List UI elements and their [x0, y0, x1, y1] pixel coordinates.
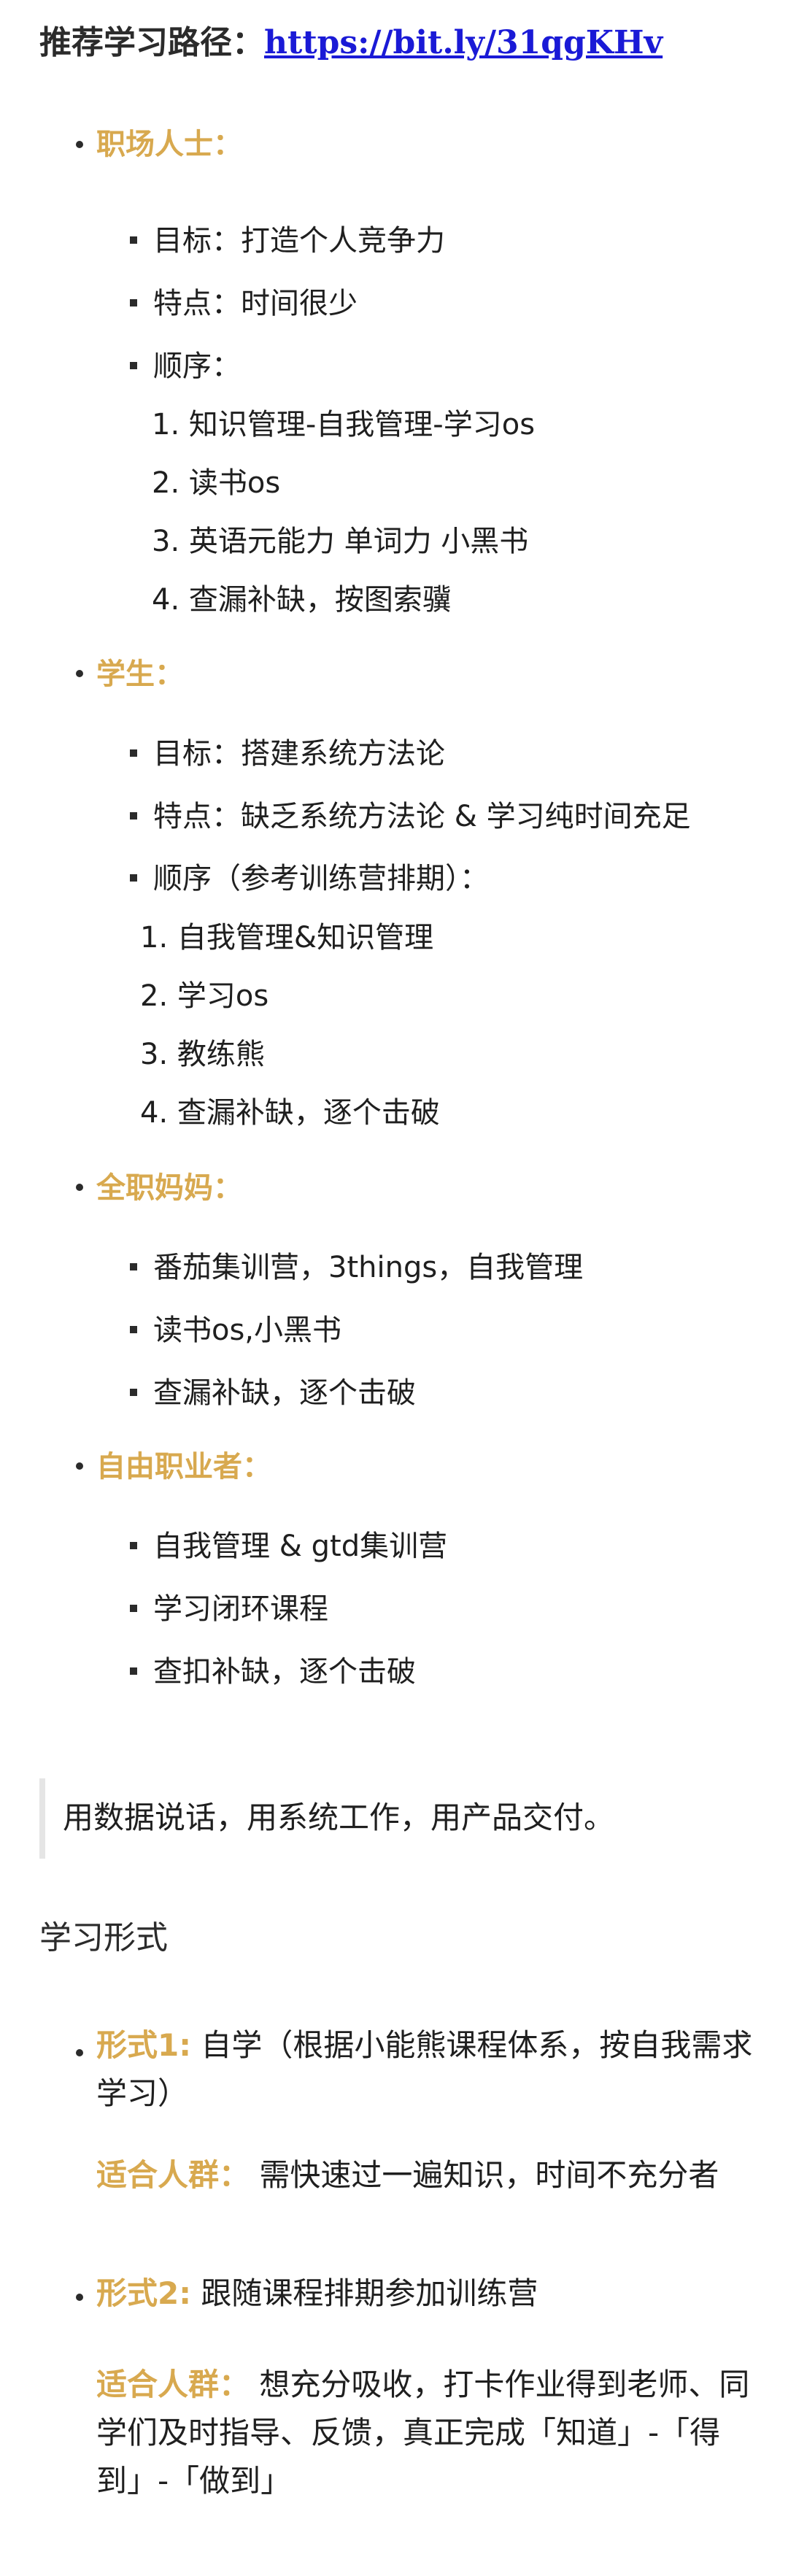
list-item: 目标：打造个人竞争力 [153, 224, 445, 258]
step-item: 1. 自我管理&知识管理 [140, 921, 434, 955]
bullet-dot [76, 2294, 83, 2301]
bullet-square [130, 1605, 137, 1612]
group-title-mom: 全职妈妈： [96, 1171, 242, 1205]
bullet-square [130, 1542, 137, 1549]
form-1-fit-label: 适合人群： [96, 2157, 250, 2193]
quote-text: 用数据说话，用系统工作，用产品交付。 [63, 1800, 615, 1835]
group-title-professional: 职场人士： [96, 128, 242, 161]
bullet-square [130, 362, 137, 369]
list-item: 目标：搭建系统方法论 [153, 737, 445, 771]
step-item: 1. 知识管理-自我管理-学习os [152, 408, 536, 441]
form-1-fit-text: 需快速过一遍知识，时间不充分者 [259, 2157, 719, 2193]
form-2-fit-label: 适合人群： [96, 2367, 250, 2402]
list-item: 查扣补缺，逐个击破 [153, 1655, 416, 1689]
form-2-description: 形式2: 跟随课程排期参加训练营 [96, 2270, 760, 2318]
bullet-square [130, 812, 137, 820]
bullet-dot [76, 141, 83, 148]
bullet-square [130, 1667, 137, 1675]
section-title: 学习形式 [39, 1919, 168, 1956]
step-item: 3. 英语元能力 单词力 小黑书 [152, 525, 529, 558]
bullet-dot [76, 2049, 83, 2056]
step-item: 2. 学习os [140, 979, 269, 1013]
form-2-fit: 适合人群： 想充分吸收，打卡作业得到老师、同学们及时指导、反馈，真正完成「知道」… [96, 2361, 760, 2505]
quote-bar [39, 1778, 45, 1859]
group-title-freelancer: 自由职业者： [96, 1450, 271, 1484]
list-item: 特点：时间很少 [153, 287, 358, 320]
bullet-dot [76, 670, 83, 677]
list-item: 自我管理 & gtd集训营 [153, 1530, 448, 1563]
form-1-fit: 适合人群： 需快速过一遍知识，时间不充分者 [96, 2151, 760, 2199]
path-label: 推荐学习路径： [39, 24, 264, 61]
list-item: 顺序（参考训练营排期）： [153, 862, 489, 895]
form-1-description: 形式1: 自学（根据小能熊课程体系，按自我需求学习） [96, 2021, 760, 2118]
bullet-square [130, 1263, 137, 1270]
bullet-square [130, 874, 137, 882]
step-item: 4. 查漏补缺，逐个击破 [140, 1096, 440, 1130]
form-2-label: 形式2: [96, 2275, 192, 2311]
step-item: 4. 查漏补缺，按图索骥 [152, 583, 452, 617]
form-2-text: 跟随课程排期参加训练营 [201, 2275, 538, 2311]
step-item: 2. 读书os [152, 466, 281, 500]
list-item: 读书os,小黑书 [153, 1314, 342, 1347]
bullet-dot [76, 1462, 83, 1470]
form-1-label: 形式1: [96, 2027, 192, 2063]
form-1-text: 自学（根据小能熊课程体系，按自我需求学习） [96, 2027, 753, 2111]
list-item: 番茄集训营，3things，自我管理 [153, 1251, 584, 1284]
bullet-square [130, 1326, 137, 1333]
bullet-square [130, 299, 137, 306]
recommended-path: 推荐学习路径：https://bit.ly/31qgKHv [39, 19, 663, 67]
bullet-dot [76, 1184, 83, 1191]
bullet-square [130, 1389, 137, 1396]
page: 推荐学习路径：https://bit.ly/31qgKHv 职场人士： 目标：打… [0, 0, 788, 2576]
step-item: 3. 教练熊 [140, 1038, 265, 1071]
list-item: 顺序： [153, 350, 241, 383]
group-title-student: 学生： [96, 658, 184, 691]
bullet-square [130, 236, 137, 244]
list-item: 学习闭环课程 [153, 1592, 328, 1626]
bullet-square [130, 749, 137, 757]
list-item: 查漏补缺，逐个击破 [153, 1376, 416, 1410]
path-link[interactable]: https://bit.ly/31qgKHv [264, 24, 663, 61]
list-item: 特点：缺乏系统方法论 & 学习纯时间充足 [153, 800, 691, 833]
